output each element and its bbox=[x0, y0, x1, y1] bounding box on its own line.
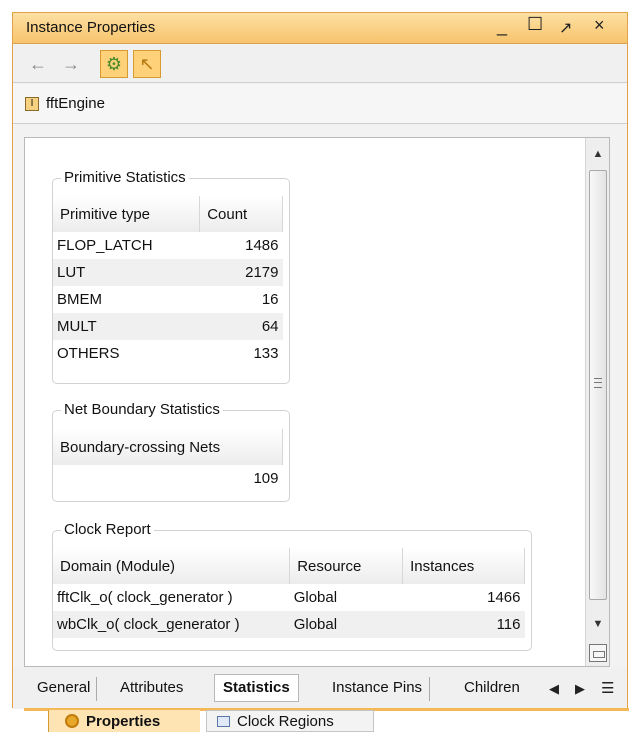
count-cell: 2179 bbox=[199, 259, 283, 286]
tab-statistics[interactable]: Statistics bbox=[214, 674, 299, 702]
resource-cell: Global bbox=[289, 611, 403, 638]
minimize-icon[interactable]: _ bbox=[497, 16, 507, 37]
chevron-down-icon: ▼ bbox=[592, 618, 604, 630]
forward-arrow-icon: → bbox=[62, 53, 80, 74]
tab-scroll-left-icon[interactable]: ◀ bbox=[549, 681, 559, 697]
table-row[interactable]: FLOP_LATCH 1486 bbox=[53, 232, 283, 259]
instance-properties-window: Instance Properties _ ☐ ↗ × ← → ⚙ ↖ I ff… bbox=[12, 12, 628, 709]
primitive-type-cell: FLOP_LATCH bbox=[57, 237, 153, 254]
count-cell: 1486 bbox=[245, 237, 279, 254]
view-tab-properties-label: Properties bbox=[86, 712, 161, 730]
net-boundary-statistics-group: Net Boundary Statistics Boundary-crossin… bbox=[52, 401, 290, 502]
primitive-statistics-table: Primitive type Count FLOP_LATCH 1486 LUT 2… bbox=[53, 196, 283, 367]
view-tab-clock-regions-label: Clock Regions bbox=[237, 712, 334, 730]
statistics-panel: Primitive Statistics Primitive type Coun… bbox=[24, 137, 610, 667]
restore-icon[interactable]: ↗ bbox=[559, 18, 572, 38]
boundary-crossing-nets-value: 109 bbox=[253, 470, 279, 487]
table-row[interactable]: MULT 64 bbox=[53, 313, 283, 340]
toolbar: ← → ⚙ ↖ bbox=[13, 45, 627, 83]
scroll-up-button[interactable]: ▲ bbox=[586, 142, 609, 166]
count-cell: 16 bbox=[261, 291, 279, 308]
breadcrumb: I fftEngine bbox=[13, 84, 627, 124]
table-row[interactable]: wbClk_o( clock_generator ) Global 116 bbox=[53, 611, 525, 638]
instance-name: fftEngine bbox=[46, 95, 105, 112]
gear-icon bbox=[65, 714, 79, 728]
column-header-resource[interactable]: Resource bbox=[289, 548, 404, 584]
tab-children[interactable]: Children bbox=[464, 677, 520, 701]
primitive-statistics-legend: Primitive Statistics bbox=[61, 169, 189, 186]
net-boundary-table: Boundary-crossing Nets 109 bbox=[53, 429, 283, 492]
tab-attributes[interactable]: Attributes bbox=[120, 677, 183, 701]
gear-icon: ⚙ bbox=[105, 53, 123, 74]
view-tab-bar: Properties Clock Regions bbox=[0, 708, 629, 732]
grip-icon bbox=[594, 378, 602, 388]
clock-regions-icon bbox=[217, 715, 230, 727]
scrollbar-thumb[interactable] bbox=[589, 170, 607, 600]
table-row[interactable]: fftClk_o( clock_generator ) Global 1466 bbox=[53, 584, 525, 611]
table-row[interactable]: 109 bbox=[53, 465, 283, 492]
settings-button[interactable]: ⚙ bbox=[100, 50, 128, 78]
table-row[interactable]: OTHERS 133 bbox=[53, 340, 283, 367]
tab-general[interactable]: General bbox=[37, 677, 98, 701]
table-row[interactable]: LUT 2179 bbox=[53, 259, 283, 286]
tab-instance-pins[interactable]: Instance Pins bbox=[332, 677, 431, 701]
net-boundary-statistics-legend: Net Boundary Statistics bbox=[61, 401, 223, 418]
back-button[interactable]: ← bbox=[24, 50, 52, 78]
column-header-primitive-type[interactable]: Primitive type bbox=[53, 196, 201, 232]
primitive-type-cell: MULT bbox=[53, 313, 200, 340]
tab-menu-icon[interactable]: ☰ bbox=[601, 679, 614, 697]
chevron-up-icon: ▲ bbox=[592, 148, 604, 160]
close-icon[interactable]: × bbox=[594, 15, 605, 36]
instances-cell: 1466 bbox=[487, 589, 521, 606]
table-row[interactable]: BMEM 16 bbox=[53, 286, 283, 313]
title-bar[interactable]: Instance Properties _ ☐ ↗ × bbox=[13, 13, 627, 44]
vertical-scrollbar[interactable]: ▲ ▼ bbox=[585, 138, 609, 666]
column-header-domain-module[interactable]: Domain (Module) bbox=[53, 548, 291, 584]
clock-report-group: Clock Report Domain (Module) Resource In… bbox=[52, 521, 532, 651]
instances-cell: 116 bbox=[402, 611, 525, 638]
resource-cell: Global bbox=[293, 589, 338, 606]
domain-cell: wbClk_o( clock_generator ) bbox=[53, 611, 290, 638]
tab-scroll-right-icon[interactable]: ▶ bbox=[575, 681, 585, 697]
panel-options-icon[interactable] bbox=[589, 644, 607, 662]
back-arrow-icon: ← bbox=[29, 53, 47, 74]
instance-icon: I bbox=[25, 97, 39, 111]
clock-report-legend: Clock Report bbox=[61, 521, 154, 538]
property-tabs: General Attributes Statistics Instance P… bbox=[13, 667, 627, 709]
primitive-statistics-group: Primitive Statistics Primitive type Coun… bbox=[52, 169, 290, 384]
count-cell: 64 bbox=[199, 313, 283, 340]
primitive-type-cell: LUT bbox=[53, 259, 200, 286]
count-cell: 133 bbox=[253, 345, 279, 362]
primitive-type-cell: BMEM bbox=[57, 291, 102, 308]
pointer-icon: ↖ bbox=[139, 53, 155, 74]
domain-cell: fftClk_o( clock_generator ) bbox=[57, 589, 233, 606]
column-header-count[interactable]: Count bbox=[199, 196, 283, 232]
window-title: Instance Properties bbox=[26, 19, 156, 36]
column-header-instances[interactable]: Instances bbox=[402, 548, 525, 584]
maximize-icon[interactable]: ☐ bbox=[527, 14, 543, 35]
primitive-type-cell: OTHERS bbox=[57, 345, 120, 362]
scroll-down-button[interactable]: ▼ bbox=[586, 612, 609, 636]
view-tab-properties[interactable]: Properties bbox=[48, 710, 200, 732]
view-tab-clock-regions[interactable]: Clock Regions bbox=[206, 710, 374, 732]
select-pointer-button[interactable]: ↖ bbox=[133, 50, 161, 78]
forward-button[interactable]: → bbox=[57, 50, 85, 78]
column-header-boundary-crossing-nets[interactable]: Boundary-crossing Nets bbox=[53, 429, 283, 465]
clock-report-table: Domain (Module) Resource Instances fftCl… bbox=[53, 548, 525, 638]
